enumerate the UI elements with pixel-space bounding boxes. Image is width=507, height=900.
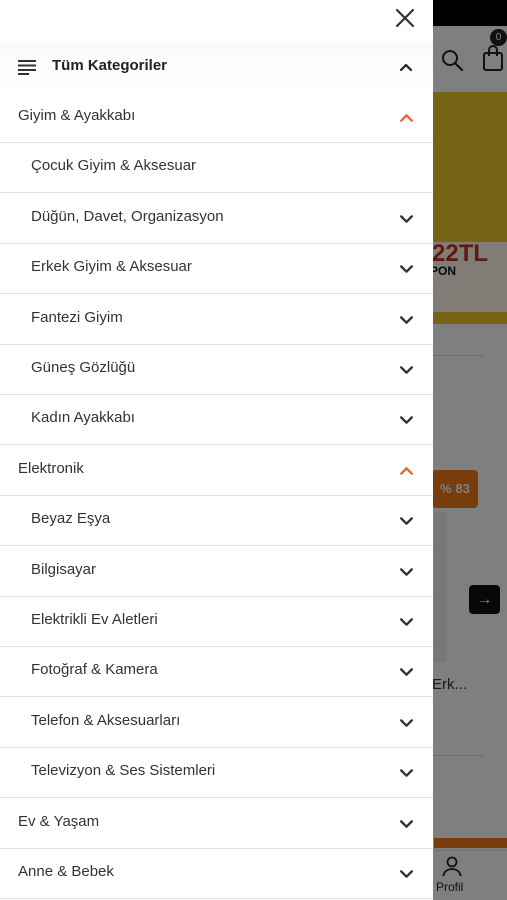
chevron-up-icon[interactable] — [398, 109, 415, 126]
subcategory-label: Güneş Gözlüğü — [31, 359, 136, 376]
subcategory-row[interactable]: Kadın Ayakkabı — [0, 394, 433, 446]
category-drawer: Tüm Kategoriler Giyim & Ayakkabı Çocuk Gi… — [0, 0, 433, 900]
subcategory-row[interactable]: Erkek Giyim & Aksesuar — [0, 243, 433, 295]
menu-lines-icon — [18, 60, 36, 75]
chevron-down-icon[interactable] — [398, 815, 415, 832]
all-categories-header[interactable]: Tüm Kategoriler — [0, 42, 433, 92]
chevron-up-icon[interactable] — [398, 59, 414, 75]
subcategory-label: Kadın Ayakkabı — [31, 409, 135, 427]
chevron-down-icon[interactable] — [398, 865, 415, 882]
subcategory-label: Çocuk Giyim & Aksesuar — [31, 157, 197, 175]
chevron-down-icon[interactable] — [398, 260, 415, 277]
category-label: Ev & Yaşam — [18, 812, 100, 830]
chevron-down-icon[interactable] — [398, 311, 415, 328]
drawer-header — [0, 0, 433, 42]
subcategory-row[interactable]: Televizyon & Ses Sistemleri — [0, 747, 433, 799]
chevron-up-icon[interactable] — [398, 462, 415, 479]
chevron-down-icon[interactable] — [398, 663, 415, 680]
category-row[interactable]: Giyim & Ayakkabı — [0, 92, 433, 143]
subcategory-label: Düğün, Davet, Organizasyon — [31, 207, 224, 225]
category-label: Giyim & Ayakkabı — [18, 107, 136, 124]
subcategory-label: Elektrikli Ev Aletleri — [31, 611, 158, 628]
subcategory-row[interactable]: Fantezi Giyim — [0, 294, 433, 345]
category-row[interactable]: Ev & Yaşam — [0, 798, 433, 849]
subcategory-row[interactable]: Telefon & Aksesuarları — [0, 697, 433, 748]
subcategory-label: Telefon & Aksesuarları — [31, 711, 181, 729]
subcategory-row[interactable]: Düğün, Davet, Organizasyon — [0, 193, 433, 244]
all-categories-label: Tüm Kategoriler — [52, 57, 168, 74]
chevron-down-icon[interactable] — [398, 563, 415, 580]
subcategory-label: Erkek Giyim & Aksesuar — [31, 258, 192, 276]
subcategory-row[interactable]: Çocuk Giyim & Aksesuar — [0, 142, 433, 194]
category-label: Elektronik — [18, 459, 84, 477]
subcategory-label: Bilgisayar — [31, 560, 97, 578]
subcategory-label: Televizyon & Ses Sistemleri — [31, 762, 216, 780]
chevron-down-icon[interactable] — [398, 361, 415, 378]
close-icon[interactable] — [392, 5, 418, 31]
subcategory-row[interactable]: Beyaz Eşya — [0, 495, 433, 547]
subcategory-row[interactable]: Elektrikli Ev Aletleri — [0, 596, 433, 647]
chevron-down-icon[interactable] — [398, 411, 415, 428]
subcategory-label: Fotoğraf & Kamera — [31, 661, 158, 679]
subcategory-label: Beyaz Eşya — [31, 510, 111, 528]
chevron-down-icon[interactable] — [398, 210, 415, 227]
chevron-down-icon[interactable] — [398, 764, 415, 781]
subcategory-row[interactable]: Güneş Gözlüğü — [0, 344, 433, 395]
category-row[interactable]: Anne & Bebek — [0, 848, 433, 899]
subcategory-label: Fantezi Giyim — [31, 308, 123, 326]
category-label: Anne & Bebek — [18, 863, 114, 880]
chevron-down-icon[interactable] — [398, 512, 415, 529]
subcategory-row[interactable]: Fotoğraf & Kamera — [0, 646, 433, 698]
chevron-down-icon[interactable] — [398, 613, 415, 630]
subcategory-row[interactable]: Bilgisayar — [0, 546, 433, 597]
chevron-down-icon[interactable] — [398, 714, 415, 731]
category-row[interactable]: Elektronik — [0, 445, 433, 496]
